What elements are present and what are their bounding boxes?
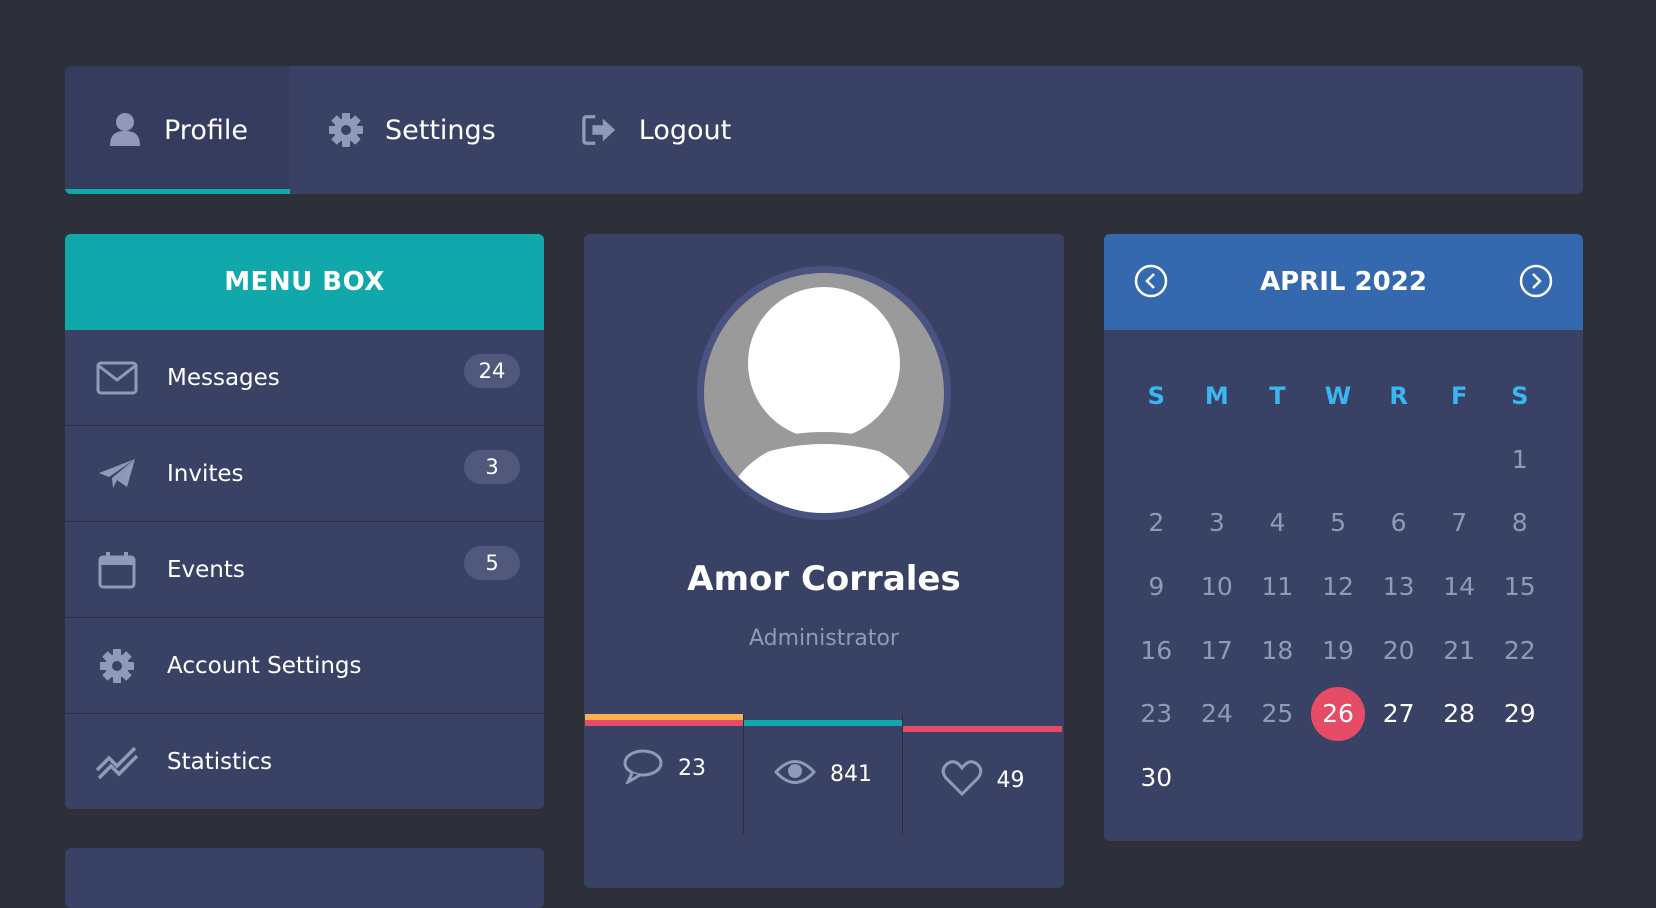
profile-card: Amor Corrales Administrator 23 841 49: [584, 234, 1064, 888]
calendar-day[interactable]: 24: [1187, 699, 1248, 728]
calendar-day[interactable]: 7: [1429, 508, 1490, 537]
weekday-label: W: [1324, 381, 1352, 410]
views-stat[interactable]: 841: [744, 714, 903, 834]
nav-tab-settings[interactable]: Settings: [290, 66, 536, 194]
menu-item-label: Events: [167, 556, 245, 583]
nav-tab-label: Logout: [638, 114, 732, 146]
calendar-day[interactable]: 6: [1368, 508, 1429, 537]
calendar-day[interactable]: 13: [1368, 572, 1429, 601]
calendar-day[interactable]: 30: [1126, 763, 1187, 792]
calendar-day[interactable]: 2: [1126, 508, 1187, 537]
count-badge: 5: [464, 546, 520, 580]
calendar-day[interactable]: 16: [1126, 636, 1187, 665]
calendar-day[interactable]: 27: [1368, 699, 1429, 728]
calendar-grid: S M T W R F S 1 2 3 4 5 6 7 8 9 10 11 12 13 14 15 16 17 1…: [1126, 364, 1550, 809]
count-badge: 24: [464, 354, 520, 388]
nav-tab-label: Settings: [385, 114, 496, 146]
calendar-day[interactable]: 5: [1308, 508, 1369, 537]
heart-icon: [941, 759, 983, 801]
likes-stat[interactable]: 49: [903, 714, 1062, 834]
calendar-week-row: 9 10 11 12 13 14 15: [1126, 555, 1550, 619]
secondary-panel: [65, 848, 544, 908]
calendar-week-row: 2345678: [1126, 491, 1550, 555]
menu-item-label: Account Settings: [167, 652, 362, 679]
calendar-header: APRIL 2022: [1104, 234, 1583, 330]
calendar-day[interactable]: 22: [1489, 636, 1550, 665]
eye-icon: [773, 757, 817, 791]
calendar-day[interactable]: 29: [1489, 699, 1550, 728]
default-avatar-icon: [724, 287, 924, 513]
gear-icon: [95, 644, 139, 688]
calendar-day[interactable]: 21: [1429, 636, 1490, 665]
calendar-day[interactable]: 8: [1489, 508, 1550, 537]
calendar-week-row: 16 17 18 19 20 21 22: [1126, 618, 1550, 682]
calendar-day[interactable]: 18: [1247, 636, 1308, 665]
paper-plane-icon: [95, 452, 139, 496]
next-month-button[interactable]: [1519, 264, 1553, 298]
views-count: 841: [830, 761, 872, 787]
weekday-row: S M T W R F S: [1126, 364, 1550, 428]
profile-name: Amor Corrales: [687, 559, 961, 599]
calendar-week-row: 1: [1126, 428, 1550, 492]
calendar-day[interactable]: 19: [1308, 636, 1369, 665]
calendar-day[interactable]: 4: [1247, 508, 1308, 537]
weekday-label: S: [1511, 381, 1529, 410]
menu-item-label: Statistics: [167, 749, 273, 775]
prev-month-button[interactable]: [1134, 264, 1168, 298]
menu-item-account-settings[interactable]: Account Settings: [65, 618, 544, 714]
calendar-day[interactable]: 1: [1489, 445, 1550, 474]
calendar-day[interactable]: 10: [1187, 572, 1248, 601]
profile-role: Administrator: [749, 626, 899, 651]
comment-icon: [622, 748, 664, 788]
calendar-day[interactable]: 26: [1308, 686, 1369, 741]
calendar-day[interactable]: 20: [1368, 636, 1429, 665]
menu-item-invites[interactable]: Invites 3: [65, 426, 544, 522]
calendar: APRIL 2022 S M T W R F S 1 2 3 4 5 6 7 8 9 10 11 12…: [1104, 234, 1583, 841]
envelope-icon: [95, 356, 139, 400]
today-marker: 26: [1311, 686, 1366, 741]
calendar-day[interactable]: 12: [1308, 572, 1369, 601]
calendar-day[interactable]: 25: [1247, 699, 1308, 728]
chevron-left-icon: [1134, 264, 1168, 298]
avatar: [697, 266, 951, 520]
logout-icon: [581, 112, 618, 148]
weekday-label: M: [1204, 381, 1229, 410]
menu-item-messages[interactable]: Messages 24: [65, 330, 544, 426]
top-nav: Profile Settings Logout: [65, 66, 1583, 194]
menu-item-label: Messages: [167, 364, 280, 391]
stats-line-icon: [95, 740, 139, 784]
calendar-day[interactable]: 15: [1489, 572, 1550, 601]
profile-stats: 23 841 49: [585, 714, 1062, 834]
menu-box-title: MENU BOX: [65, 234, 544, 330]
gear-icon: [328, 112, 364, 148]
weekday-label: R: [1389, 381, 1408, 410]
calendar-week-row: 23 24 25 26 27 28 29: [1126, 682, 1550, 746]
nav-tab-profile[interactable]: Profile: [65, 66, 290, 194]
calendar-day[interactable]: 28: [1429, 699, 1490, 728]
menu-item-label: Invites: [167, 460, 244, 487]
menu-item-statistics[interactable]: Statistics: [65, 714, 544, 809]
calendar-icon: [95, 548, 139, 592]
calendar-day[interactable]: 3: [1187, 508, 1248, 537]
calendar-day[interactable]: 14: [1429, 572, 1490, 601]
likes-count: 49: [996, 767, 1025, 793]
calendar-week-row: 30: [1126, 746, 1550, 810]
calendar-day[interactable]: 17: [1187, 636, 1248, 665]
weekday-label: S: [1147, 381, 1165, 410]
menu-box: MENU BOX Messages 24 Invites 3 Events 5: [65, 234, 544, 809]
nav-tab-logout[interactable]: Logout: [536, 66, 771, 194]
count-badge: 3: [464, 450, 520, 484]
calendar-day[interactable]: 11: [1247, 572, 1308, 601]
nav-tab-label: Profile: [164, 114, 248, 146]
calendar-title: APRIL 2022: [1260, 267, 1427, 297]
menu-item-events[interactable]: Events 5: [65, 522, 544, 618]
chevron-right-icon: [1519, 264, 1553, 298]
calendar-day[interactable]: 9: [1126, 572, 1187, 601]
comments-count: 23: [678, 755, 706, 781]
user-icon: [107, 112, 143, 148]
weekday-label: F: [1450, 381, 1468, 410]
comments-stat[interactable]: 23: [585, 714, 744, 834]
weekday-label: T: [1269, 381, 1286, 410]
calendar-day[interactable]: 23: [1126, 699, 1187, 728]
